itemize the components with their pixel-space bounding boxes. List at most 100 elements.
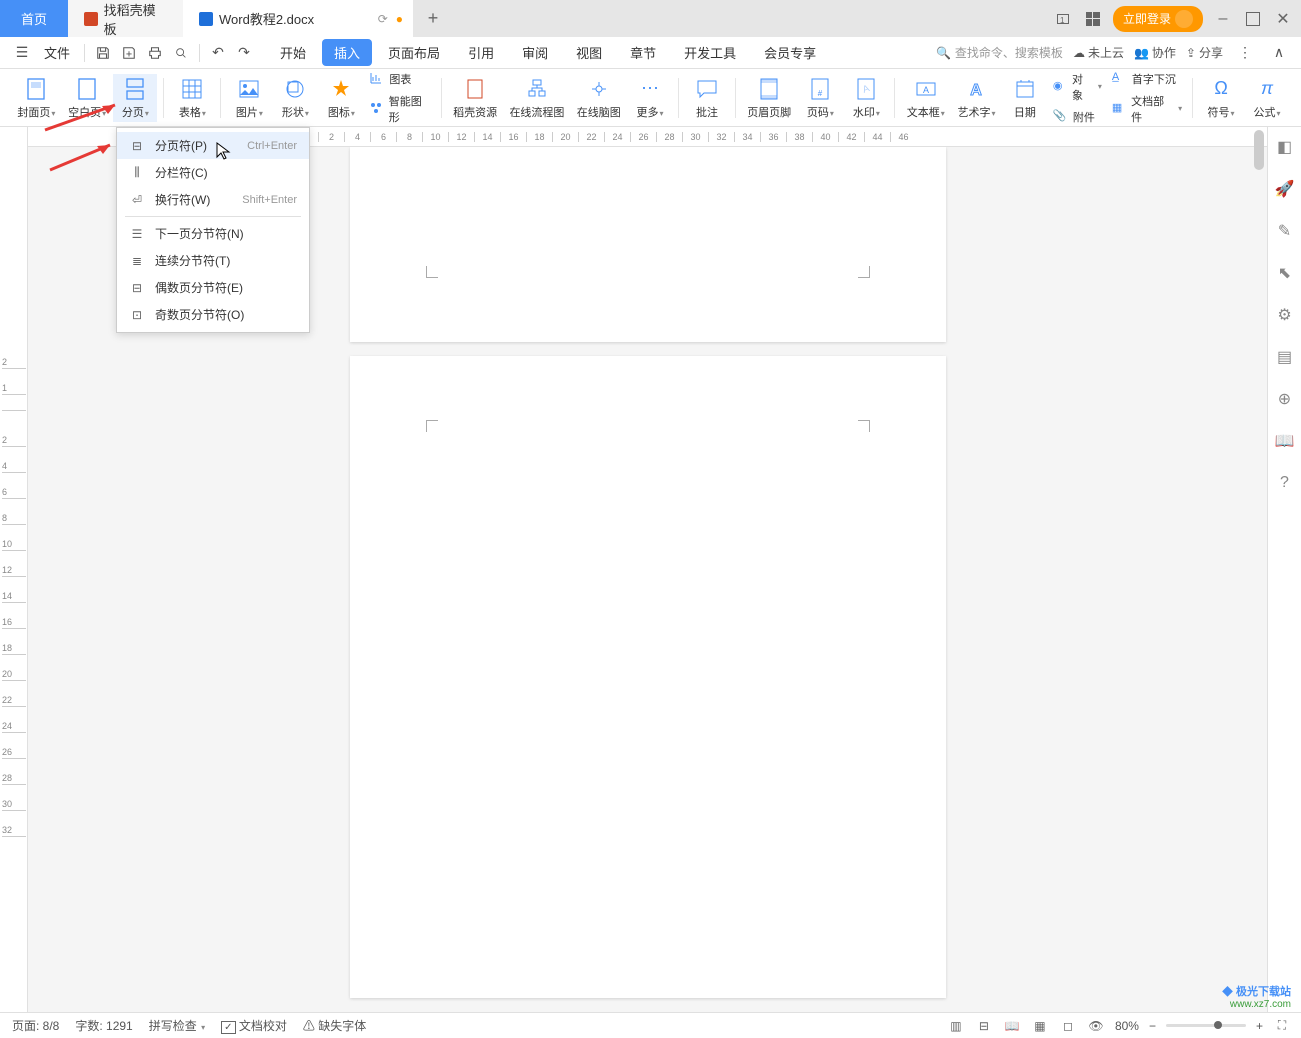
login-button[interactable]: 立即登录 [1113, 6, 1203, 32]
zoom-slider[interactable] [1166, 1024, 1246, 1027]
dropdown-even-section[interactable]: ⊟ 偶数页分节符(E) [117, 274, 309, 301]
zoom-out[interactable]: − [1149, 1019, 1156, 1033]
sidebar-pen-icon[interactable]: ✎ [1275, 221, 1295, 241]
ribbon-formula-button[interactable]: π公式▾ [1245, 74, 1289, 122]
tab-bar: 首页 找稻壳模板 Word教程2.docx ⟳ ● + 1 立即登录 – ✕ [0, 0, 1301, 37]
sidebar-book-icon[interactable]: 📖 [1275, 431, 1295, 451]
ribbon-shape-button[interactable]: 形状▾ [273, 74, 317, 122]
redo-icon[interactable]: ↷ [232, 41, 256, 65]
hamburger-icon[interactable]: ☰ [10, 41, 34, 65]
sidebar-globe-icon[interactable]: ⊕ [1275, 389, 1295, 409]
menu-tab-insert[interactable]: 插入 [322, 39, 372, 66]
search-box[interactable]: 🔍 查找命令、搜索模板 [936, 44, 1063, 61]
zoom-in[interactable]: + [1256, 1019, 1263, 1033]
view-web-icon[interactable]: ▦ [1031, 1017, 1049, 1035]
tabbar-panel-icon[interactable]: 1 [1053, 9, 1073, 29]
ribbon-symbol-button[interactable]: Ω符号▾ [1199, 74, 1243, 122]
ribbon-page-no-button[interactable]: #页码▾ [798, 74, 842, 122]
sidebar-stack-icon[interactable]: ▤ [1275, 347, 1295, 367]
collapse-ribbon-icon[interactable]: ∧ [1267, 41, 1291, 65]
eye-icon[interactable]: 👁 [1087, 1017, 1105, 1035]
ribbon-blank-button[interactable]: 空白页▾ [63, 74, 112, 122]
sidebar-help-icon[interactable]: ? [1275, 473, 1295, 493]
tab-template[interactable]: 找稻壳模板 [68, 0, 183, 37]
ribbon-textbox-button[interactable]: A文本框▾ [901, 74, 950, 122]
view-outline-icon[interactable]: ⊟ [975, 1017, 993, 1035]
menu-tab-chapter[interactable]: 章节 [618, 39, 668, 66]
tab-home[interactable]: 首页 [0, 0, 68, 37]
status-page[interactable]: 页面: 8/8 [12, 1017, 59, 1034]
ribbon-watermark-button[interactable]: A水印▾ [844, 74, 888, 122]
menu-tab-dev-tools[interactable]: 开发工具 [672, 39, 748, 66]
document-page[interactable] [350, 356, 946, 998]
ribbon-doc-parts-button[interactable]: ▦文档部件▾ [1108, 91, 1186, 127]
ribbon-cover-button[interactable]: 封面页▾ [12, 74, 61, 122]
ribbon-flowchart-button[interactable]: 在线流程图 [504, 74, 569, 122]
menu-tab-review[interactable]: 审阅 [510, 39, 560, 66]
status-missing-font[interactable]: ⚠ 缺失字体 [303, 1017, 366, 1034]
tab-document[interactable]: Word教程2.docx ⟳ ● [183, 0, 413, 37]
ribbon-mindmap-button[interactable]: 在线脑图 [572, 74, 627, 122]
document-page[interactable] [350, 147, 946, 342]
sidebar-settings-icon[interactable]: ⚙ [1275, 305, 1295, 325]
ribbon-drop-cap-button[interactable]: A̲首字下沉 [1108, 69, 1186, 89]
ribbon-page-break-button[interactable]: 分页▾ [113, 74, 157, 122]
ribbon-icon-button[interactable]: 图标▾ [319, 74, 363, 122]
ribbon-table-button[interactable]: 表格▾ [170, 74, 214, 122]
zoom-level[interactable]: 80% [1115, 1019, 1139, 1033]
menu-tab-start[interactable]: 开始 [268, 39, 318, 66]
docer-icon [464, 76, 486, 102]
status-words[interactable]: 字数: 1291 [75, 1017, 132, 1034]
menu-more-icon[interactable]: ⋮ [1233, 41, 1257, 65]
ribbon-date-button[interactable]: 日期 [1003, 74, 1047, 122]
ribbon-object-button[interactable]: ◉对象▾ [1049, 69, 1106, 105]
status-proof[interactable]: ✓ 文档校对 [221, 1017, 287, 1034]
dropdown-page-break[interactable]: ⊟ 分页符(P) Ctrl+Enter [117, 132, 309, 159]
save-as-icon[interactable] [117, 41, 141, 65]
collab-button[interactable]: 👥 协作 [1134, 44, 1176, 61]
maximize-button[interactable] [1243, 9, 1263, 29]
print-preview-icon[interactable] [169, 41, 193, 65]
sidebar-select-icon[interactable]: ⬉ [1275, 263, 1295, 283]
cloud-status[interactable]: ☁ 未上云 [1073, 44, 1124, 61]
dropdown-continuous-section[interactable]: ≣ 连续分节符(T) [117, 247, 309, 274]
dropdown-line-break-label: 换行符(W) [155, 191, 232, 208]
textbox-icon: A [915, 76, 937, 102]
ribbon-smart-graphic-button[interactable]: 智能图形 [365, 91, 435, 127]
close-button[interactable]: ✕ [1273, 9, 1293, 29]
view-focus-icon[interactable]: ◻ [1059, 1017, 1077, 1035]
view-page-icon[interactable]: ▥ [947, 1017, 965, 1035]
sidebar-rocket-icon[interactable]: 🚀 [1275, 179, 1295, 199]
dropdown-column-break[interactable]: ⫼ 分栏符(C) [117, 159, 309, 186]
menu-tab-reference[interactable]: 引用 [456, 39, 506, 66]
vertical-scrollbar[interactable] [1254, 130, 1264, 170]
search-icon: 🔍 [936, 46, 951, 60]
ribbon-comment-button[interactable]: 批注 [685, 74, 729, 122]
status-spell[interactable]: 拼写检查 ▾ [149, 1017, 205, 1034]
ribbon-wordart-button[interactable]: A艺术字▾ [952, 74, 1001, 122]
fullscreen-icon[interactable]: ⛶ [1273, 1017, 1291, 1035]
undo-icon[interactable]: ↶ [206, 41, 230, 65]
menu-tab-view[interactable]: 视图 [564, 39, 614, 66]
minimize-button[interactable]: – [1213, 9, 1233, 29]
dropdown-odd-section[interactable]: ⊡ 奇数页分节符(O) [117, 301, 309, 328]
print-icon[interactable] [143, 41, 167, 65]
ribbon-image-button[interactable]: 图片▾ [227, 74, 271, 122]
share-button[interactable]: ⇪ 分享 [1186, 44, 1223, 61]
view-read-icon[interactable]: 📖 [1003, 1017, 1021, 1035]
ribbon-attachment-button[interactable]: 📎附件 [1049, 107, 1106, 127]
menu-tab-page-layout[interactable]: 页面布局 [376, 39, 452, 66]
dropdown-line-break[interactable]: ⏎ 换行符(W) Shift+Enter [117, 186, 309, 213]
ribbon-more-button[interactable]: ⋯更多▾ [628, 74, 672, 122]
file-menu[interactable]: 文件 [44, 43, 70, 62]
save-icon[interactable] [91, 41, 115, 65]
menu-tab-member[interactable]: 会员专享 [752, 39, 828, 66]
ribbon-header-footer-button[interactable]: 页眉页脚 [742, 74, 797, 122]
attachment-icon: 📎 [1053, 109, 1069, 125]
tab-add-button[interactable]: + [413, 0, 453, 37]
ribbon-docer-button[interactable]: 稻壳资源 [448, 74, 503, 122]
tabbar-grid-icon[interactable] [1083, 9, 1103, 29]
ribbon-chart-button[interactable]: 图表 [365, 69, 435, 89]
dropdown-next-page-section[interactable]: ☰ 下一页分节符(N) [117, 220, 309, 247]
sidebar-toggle-icon[interactable]: ◧ [1275, 137, 1295, 157]
